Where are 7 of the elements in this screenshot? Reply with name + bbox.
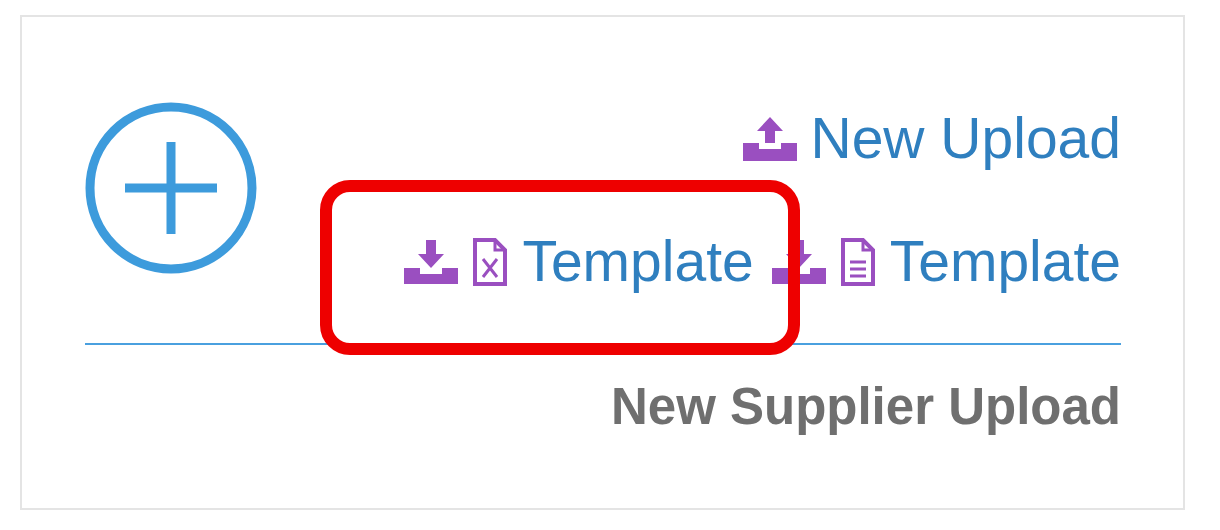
document-file-icon — [839, 236, 876, 287]
download-icon — [404, 239, 459, 284]
upload-caption: New Supplier Upload — [609, 377, 1121, 436]
download-icon — [771, 239, 826, 284]
upload-icon — [742, 116, 797, 161]
spreadsheet-file-icon — [472, 236, 509, 287]
add-icon[interactable] — [85, 102, 257, 274]
